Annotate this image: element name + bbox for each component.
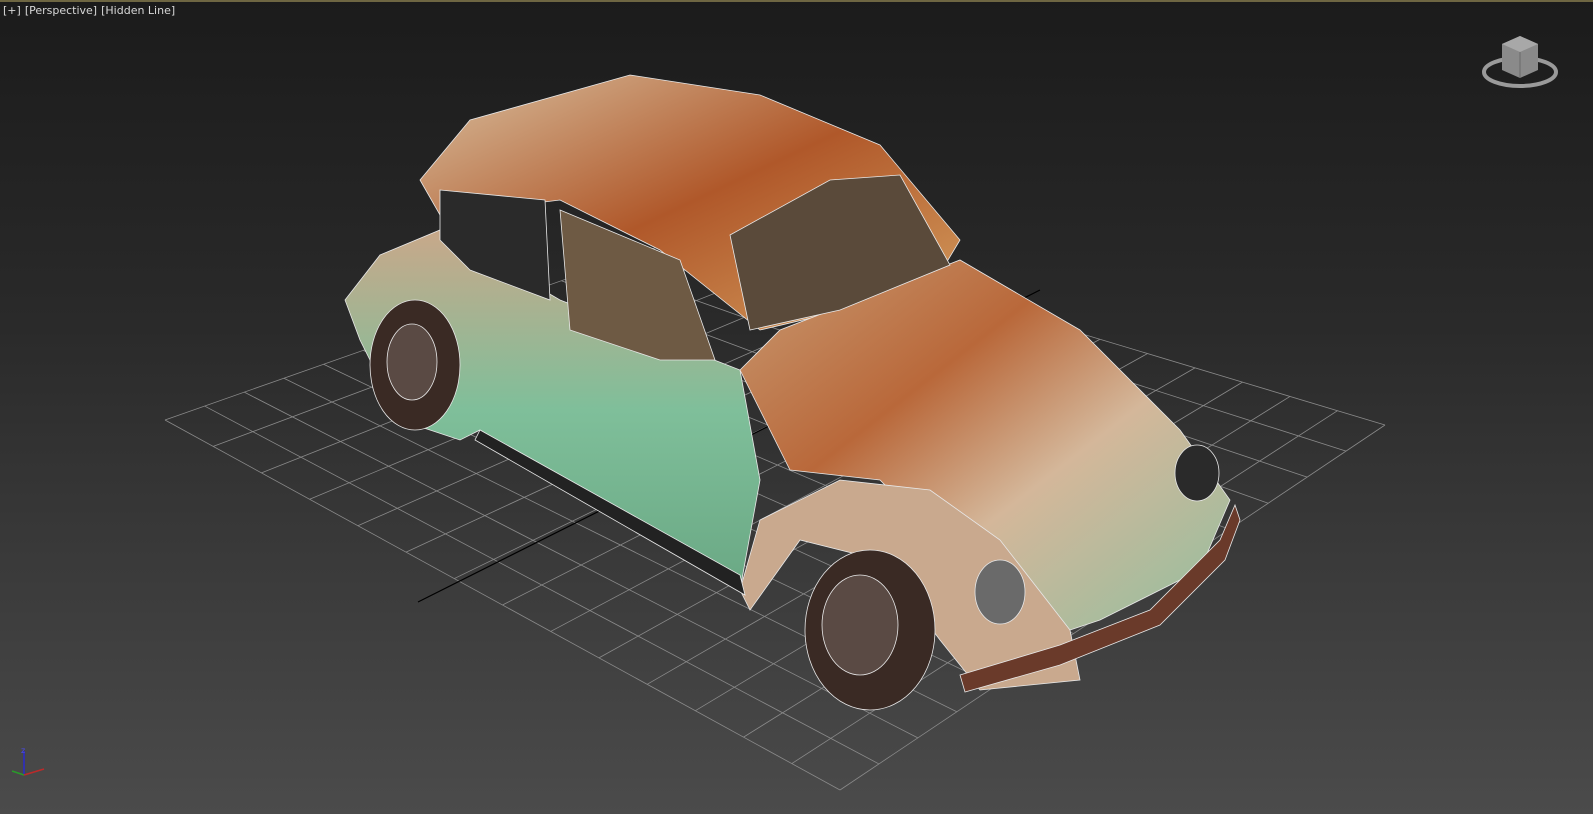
front-wheel-hub [821, 574, 899, 676]
viewcube-icon[interactable] [1480, 30, 1560, 95]
car-model[interactable] [344, 74, 1241, 711]
axis-tripod-icon: z [11, 746, 45, 776]
rear-wheel-hub [386, 323, 438, 401]
viewport-scene[interactable] [0, 0, 1593, 814]
headlight-left [974, 559, 1026, 625]
headlight-right [1174, 444, 1220, 502]
axis-z-label: z [21, 746, 25, 755]
